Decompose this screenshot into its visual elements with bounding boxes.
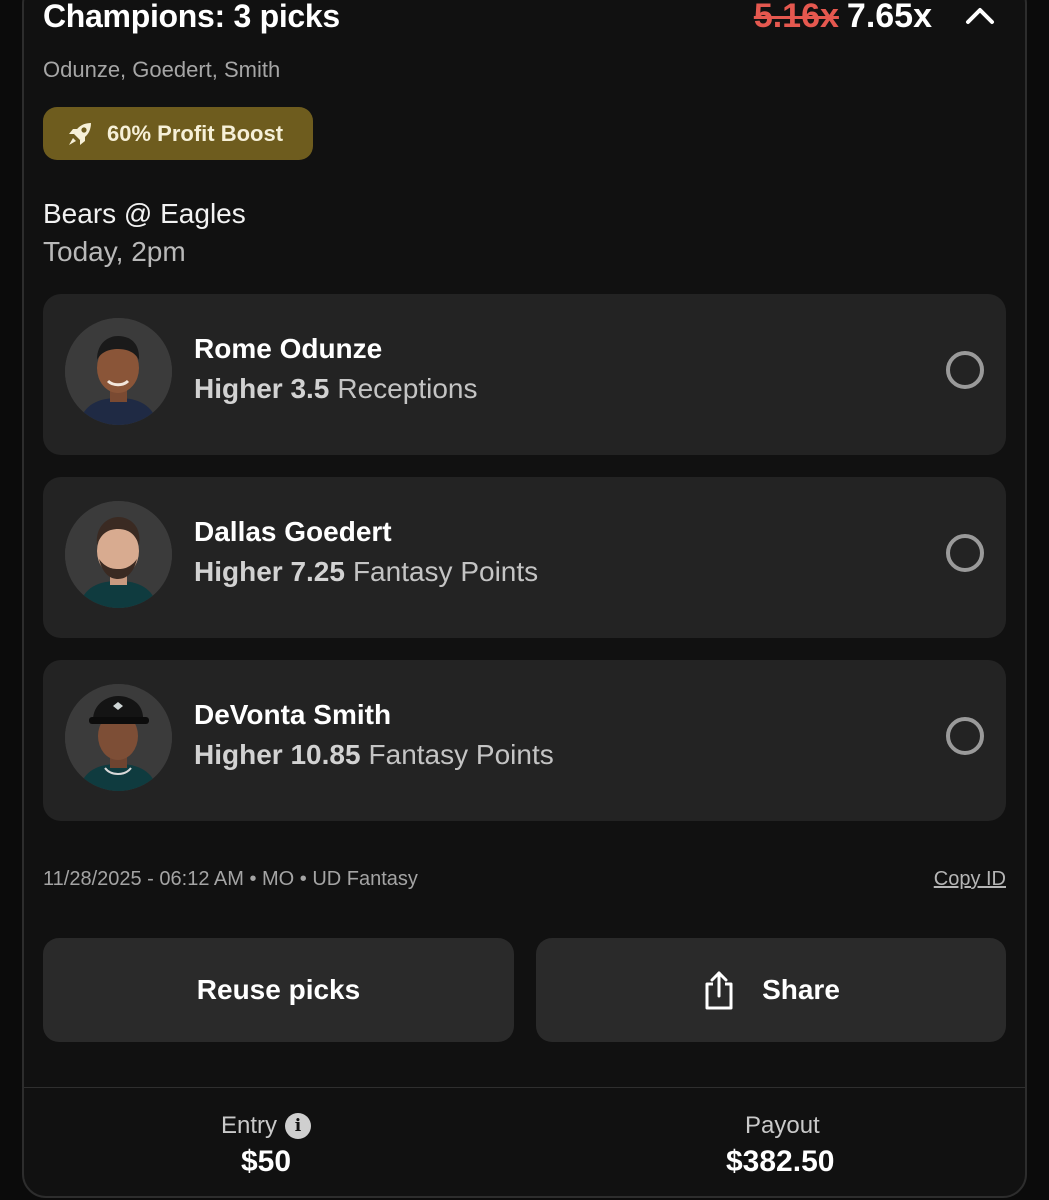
game-matchup: Bears @ Eagles — [43, 198, 246, 229]
avatar — [65, 318, 172, 425]
entry-label-row: Entry i — [221, 1110, 312, 1142]
profit-boost-badge: 60% Profit Boost — [43, 107, 313, 160]
pick-card[interactable]: Dallas Goedert Higher 7.25 Fantasy Points — [43, 477, 1006, 638]
share-icon — [705, 971, 733, 1010]
rocket-icon — [69, 122, 91, 145]
pick-status-radio[interactable] — [946, 534, 984, 572]
pick-stat: Receptions — [337, 373, 478, 404]
chevron-up-icon[interactable] — [962, 4, 998, 28]
game-time: Today, 2pm — [43, 236, 186, 267]
entry-meta: 11/28/2025 - 06:12 AM • MO • UD Fantasy — [43, 868, 418, 890]
info-icon[interactable]: i — [285, 1113, 312, 1139]
reuse-picks-button[interactable]: Reuse picks — [43, 938, 514, 1042]
player-name: Rome Odunze — [194, 333, 383, 364]
payout-label: Payout — [745, 1112, 820, 1139]
old-multiplier: 5.16x — [753, 0, 839, 35]
pick-direction: Higher 3.5 — [194, 373, 330, 404]
players-summary: Odunze, Goedert, Smith — [43, 57, 281, 82]
pick-stat: Fantasy Points — [352, 556, 539, 587]
profit-boost-label: 60% Profit Boost — [107, 120, 284, 146]
reuse-picks-label: Reuse picks — [196, 974, 361, 1005]
avatar — [65, 501, 172, 608]
pick-line: Higher 3.5 Receptions — [194, 372, 477, 406]
entry-amount: $50 — [241, 1145, 292, 1178]
pick-direction: Higher 10.85 — [194, 739, 361, 770]
player-name: Dallas Goedert — [194, 516, 392, 547]
boosted-multiplier: 7.65x — [846, 0, 932, 35]
payout-amount: $382.50 — [726, 1145, 835, 1178]
pick-card[interactable]: DeVonta Smith Higher 10.85 Fantasy Points — [43, 660, 1006, 821]
footer-divider — [24, 1087, 1025, 1088]
pick-status-radio[interactable] — [946, 351, 984, 389]
share-label: Share — [762, 974, 840, 1005]
pick-line: Higher 10.85 Fantasy Points — [194, 738, 554, 772]
entry-title: Champions: 3 picks — [43, 0, 340, 34]
player-name: DeVonta Smith — [194, 699, 392, 730]
pick-card[interactable]: Rome Odunze Higher 3.5 Receptions — [43, 294, 1006, 455]
pick-direction: Higher 7.25 — [194, 556, 345, 587]
copy-id-link[interactable]: Copy ID — [934, 866, 1006, 892]
avatar — [65, 684, 172, 791]
pick-line: Higher 7.25 Fantasy Points — [194, 555, 538, 589]
share-button[interactable]: Share — [536, 938, 1006, 1042]
payout-label-row: Payout — [745, 1110, 820, 1142]
multiplier: 5.16x 7.65x — [754, 0, 932, 38]
pick-stat: Fantasy Points — [368, 739, 554, 770]
pick-status-radio[interactable] — [946, 717, 984, 755]
entry-label: Entry — [221, 1112, 278, 1139]
